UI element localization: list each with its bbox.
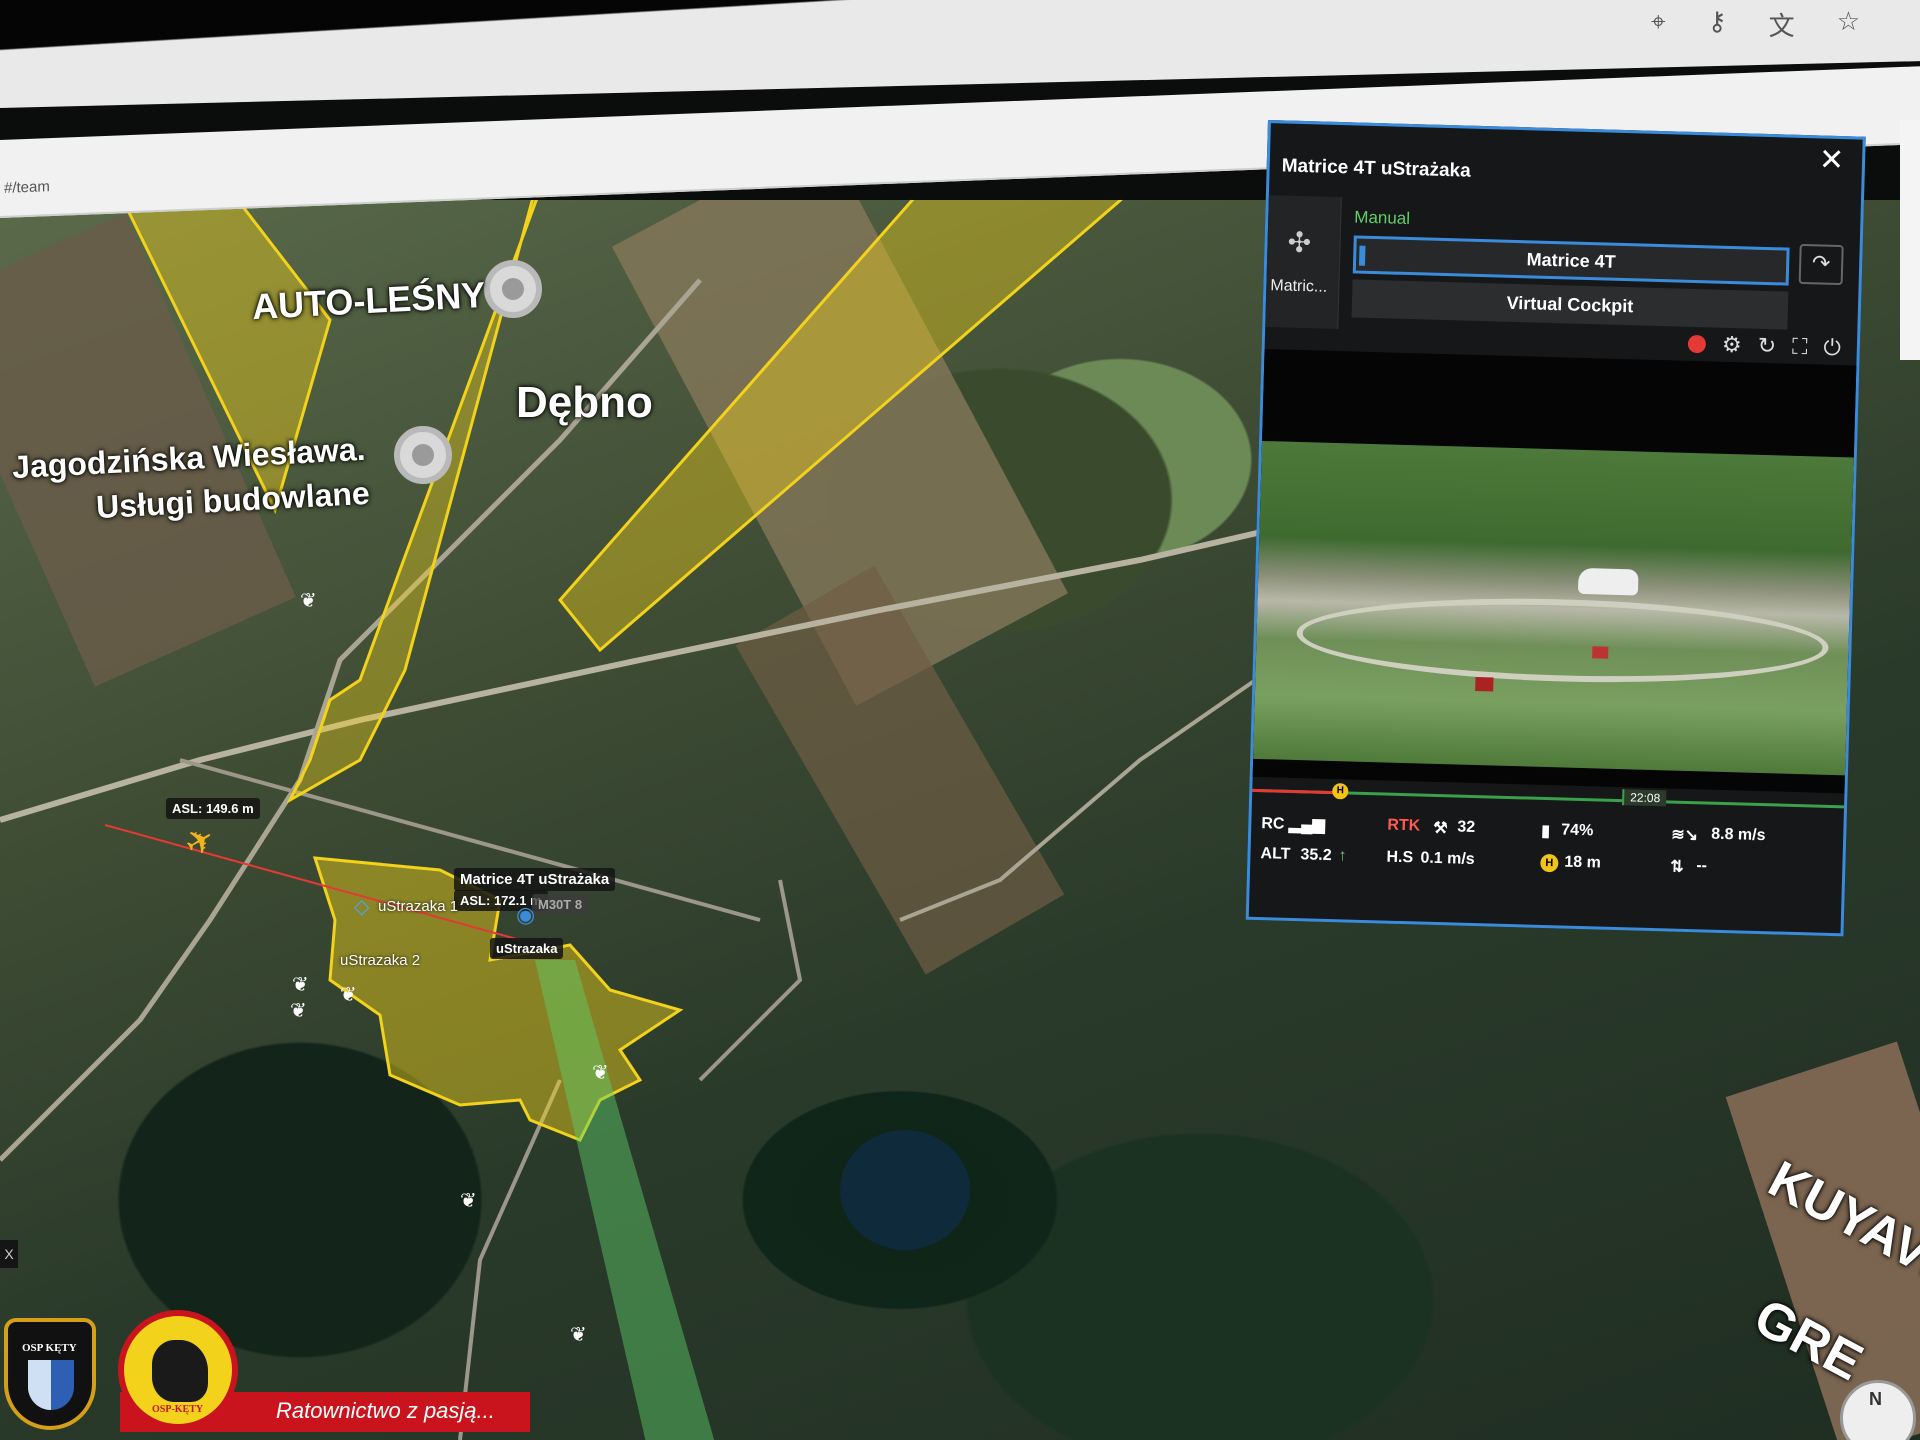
marker-icon[interactable]: ❦	[340, 982, 357, 1007]
logo-text: OSP-KĘTY	[152, 1404, 204, 1415]
satellite-count: 32	[1457, 818, 1476, 837]
right-side-toolbar[interactable]	[1900, 120, 1920, 360]
shield-half	[28, 1360, 51, 1410]
aircraft-selector[interactable]: ✣ Matric...	[1265, 195, 1342, 330]
battery-icon: ▮	[1541, 822, 1551, 841]
power-icon[interactable]: ⏻	[1823, 335, 1841, 361]
drone-self-tag[interactable]: uStrazaka	[490, 938, 564, 959]
drone-icon[interactable]: ◉	[516, 902, 535, 928]
gear-icon[interactable]: ⚙	[1722, 332, 1742, 359]
map-pin-icon[interactable]	[484, 260, 542, 318]
timeline-progress	[1252, 788, 1335, 795]
close-icon[interactable]: X	[0, 1240, 18, 1268]
key-icon[interactable]: ⚷	[1708, 6, 1727, 43]
selection-indicator	[1358, 245, 1366, 266]
view-option-virtual-cockpit[interactable]: Virtual Cockpit	[1351, 279, 1789, 330]
fullscreen-icon[interactable]: ⛶	[1792, 334, 1808, 360]
drone-model-tag: M30T 8	[532, 894, 589, 915]
record-icon[interactable]	[1687, 334, 1707, 354]
place-label[interactable]: Dębno	[516, 378, 653, 428]
rescue-group-logo: OSP-KĘTY	[118, 1310, 238, 1430]
refresh-icon[interactable]: ↻	[1757, 333, 1776, 360]
vertical-speed-icon: ⇅	[1670, 858, 1684, 876]
marker-icon[interactable]: ❦	[460, 1188, 477, 1213]
marker-icon[interactable]: ❦	[592, 1060, 609, 1085]
point-label[interactable]: uStrazaka 1	[378, 898, 458, 915]
camera-feed-image	[1253, 440, 1854, 776]
point-label[interactable]: uStrazaka 2	[340, 952, 420, 969]
drone-video-panel[interactable]: ✕ Matrice 4T uStrażaka ✣ Matric... Manua…	[1245, 120, 1866, 937]
plane-altitude-tag: ASL: 149.6 m	[166, 798, 260, 819]
share-arrow-icon[interactable]: ↷	[1798, 243, 1844, 286]
close-icon[interactable]: ✕	[1818, 142, 1844, 178]
helicopter	[1577, 567, 1639, 596]
height-readout: H 18 m	[1540, 853, 1601, 874]
rc-signal: RC ▂▄▆	[1261, 813, 1325, 835]
video-controls: ⚙ ↻ ⛶ ⏻	[1687, 331, 1841, 361]
video-feed-area[interactable]	[1252, 348, 1857, 794]
brand-tagline: Ratownictwo z pasją...	[276, 1398, 495, 1423]
location-icon[interactable]: ⌖	[1651, 6, 1666, 43]
address-text[interactable]: #/team	[4, 178, 50, 197]
home-marker-icon: H	[1332, 783, 1349, 800]
alt-label: ALT	[1260, 845, 1291, 863]
arrow-up-icon: ↑	[1338, 847, 1347, 865]
altitude-value: 35.2	[1300, 846, 1332, 865]
drone-name-tag[interactable]: Matrice 4T uStrażaka	[454, 868, 616, 891]
height-value: 18 m	[1564, 853, 1602, 872]
road	[458, 1079, 562, 1440]
wind-icon: ≋↘	[1670, 826, 1699, 845]
aircraft-label[interactable]: Matric...	[1270, 277, 1327, 297]
home-badge-icon: H	[1540, 853, 1559, 873]
panel-title: Matrice 4T uStrażaka	[1281, 155, 1471, 182]
vertical-speed: --	[1696, 857, 1708, 875]
road	[698, 879, 803, 1082]
satellite-icon: ⚒	[1433, 819, 1448, 838]
wind-speed: 8.8 m/s	[1710, 825, 1766, 845]
timeline-time: 22:08	[1622, 789, 1667, 807]
dog-icon	[152, 1340, 208, 1402]
logo-text: OSP KĘTY	[22, 1342, 77, 1354]
dirt-track	[1295, 592, 1830, 689]
star-icon[interactable]: ☆	[1837, 6, 1860, 43]
browser-toolbar: ⌖ ⚷ 文 ☆	[1651, 6, 1860, 43]
flight-mode: Manual	[1354, 207, 1411, 229]
rtk-label: RTK	[1387, 816, 1421, 835]
road	[899, 668, 1272, 922]
view-option-label: Matrice 4T	[1526, 249, 1616, 272]
horizontal-speed: 0.1 m/s	[1420, 849, 1475, 869]
marker-icon[interactable]: ❦	[292, 972, 309, 997]
red-object	[1592, 646, 1609, 659]
map-pin-icon[interactable]	[394, 426, 452, 484]
waypoint-icon[interactable]: ◇	[354, 894, 369, 919]
camera-fov-cone	[558, 200, 1195, 653]
battery-level: 74%	[1561, 821, 1594, 840]
drone-icon: ✣	[1287, 226, 1312, 259]
view-option-selected[interactable]: Matrice 4T	[1352, 235, 1790, 286]
compass-label: N	[1869, 1389, 1882, 1409]
marker-icon[interactable]: ❦	[300, 588, 317, 613]
osp-kety-logo: OSP KĘTY	[4, 1318, 96, 1430]
marker-icon[interactable]: ❦	[290, 998, 307, 1023]
signal-icon: ▂▄▆	[1288, 815, 1326, 834]
hs-label: H.S	[1386, 848, 1414, 867]
rc-label: RC	[1261, 815, 1285, 833]
translate-icon[interactable]: 文	[1769, 6, 1795, 43]
marker-icon[interactable]: ❦	[570, 1322, 587, 1347]
red-object	[1475, 677, 1494, 692]
